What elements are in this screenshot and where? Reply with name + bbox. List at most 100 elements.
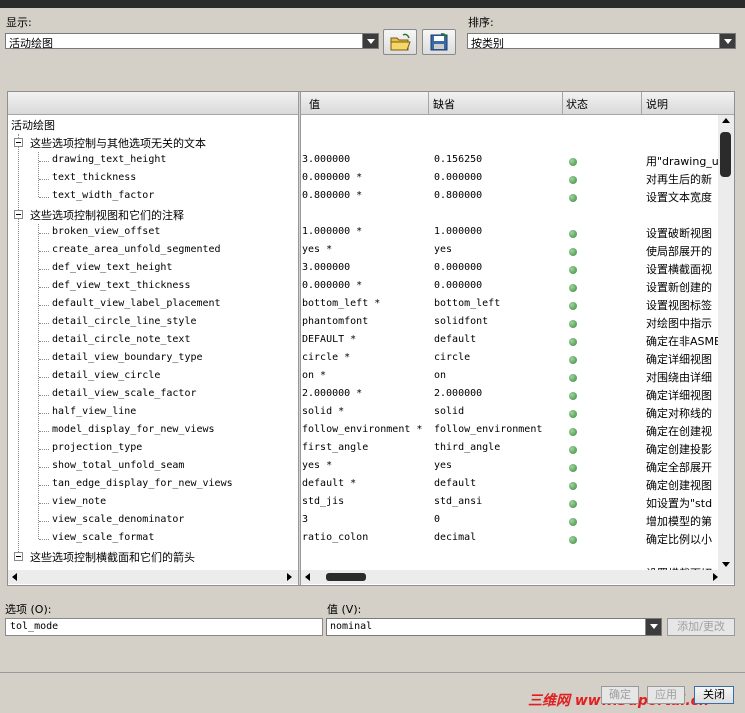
option-default: yes bbox=[434, 244, 453, 255]
ok-button[interactable]: 确定 bbox=[601, 686, 639, 704]
save-config-button[interactable] bbox=[422, 29, 456, 55]
option-name: detail_circle_note_text bbox=[52, 334, 191, 345]
status-ok-icon bbox=[569, 374, 577, 382]
option-desc: 增加模型的第 bbox=[646, 515, 712, 528]
option-value: circle * bbox=[302, 352, 351, 363]
option-desc: 确定创建视图 bbox=[646, 479, 712, 492]
scroll-up-icon[interactable] bbox=[722, 118, 730, 123]
table-row[interactable]: detail_view_boundary_type circle * circle 确… bbox=[8, 350, 720, 368]
value-select-value: nominal bbox=[330, 621, 373, 632]
scroll-left-icon[interactable] bbox=[12, 573, 17, 581]
scroll-right-icon[interactable] bbox=[287, 573, 292, 581]
option-value: bottom_left * bbox=[302, 298, 381, 309]
option-desc: 设置文本宽度 bbox=[646, 191, 712, 204]
tree-root[interactable]: 活动绘图 bbox=[8, 116, 720, 134]
table-row[interactable]: half_view_line solid * solid 确定对称线的 bbox=[8, 404, 720, 422]
table-row[interactable]: model_display_for_new_views follow_enviro… bbox=[8, 422, 720, 440]
show-select[interactable]: 活动绘图 bbox=[5, 33, 379, 50]
option-input[interactable]: tol_mode bbox=[5, 618, 323, 636]
chevron-down-icon[interactable] bbox=[362, 34, 378, 48]
table-row[interactable]: text_thickness 0.000000 * 0.000000 对再生后的新 bbox=[8, 170, 720, 188]
table-row[interactable]: broken_view_offset 1.000000 * 1.000000 设置破断… bbox=[8, 224, 720, 242]
table-row[interactable]: def_view_text_height 3.000000 0.000000 设置横截… bbox=[8, 260, 720, 278]
option-desc: 确定详细视图 bbox=[646, 353, 712, 366]
option-desc: 对围绕由详细 bbox=[646, 371, 712, 384]
option-desc: 确定全部展开 bbox=[646, 461, 712, 474]
tree-connector bbox=[39, 359, 49, 360]
close-button[interactable]: 关闭 bbox=[694, 686, 734, 704]
option-desc: 设置新创建的 bbox=[646, 281, 712, 294]
option-name: def_view_text_height bbox=[52, 262, 173, 273]
table-row[interactable]: def_view_text_thickness 0.000000 * 0.00000… bbox=[8, 278, 720, 296]
table-row[interactable]: view_scale_format ratio_colon decimal 确定比例以… bbox=[8, 530, 720, 548]
horizontal-scroll-thumb[interactable] bbox=[326, 573, 366, 581]
option-name: detail_view_boundary_type bbox=[52, 352, 203, 363]
table-row[interactable]: text_width_factor 0.800000 * 0.800000 设置文本宽… bbox=[8, 188, 720, 206]
table-row[interactable]: default_view_label_placement bottom_left … bbox=[8, 296, 720, 314]
left-horizontal-scrollbar[interactable] bbox=[8, 570, 298, 584]
table-row[interactable]: tan_edge_display_for_new_views default * d… bbox=[8, 476, 720, 494]
status-ok-icon bbox=[569, 320, 577, 328]
tree-root-label: 活动绘图 bbox=[11, 119, 55, 132]
status-ok-icon bbox=[569, 194, 577, 202]
status-ok-icon bbox=[569, 392, 577, 400]
scroll-down-icon[interactable] bbox=[722, 562, 730, 567]
table-row[interactable]: view_note std_jis std_ansi 如设置为"std bbox=[8, 494, 720, 512]
apply-button[interactable]: 应用 bbox=[647, 686, 685, 704]
option-value: std_jis bbox=[302, 496, 345, 507]
option-value: follow_environment * bbox=[302, 424, 423, 435]
table-row[interactable]: detail_view_scale_factor 2.000000 * 2.0000… bbox=[8, 386, 720, 404]
option-name: detail_circle_line_style bbox=[52, 316, 197, 327]
chevron-down-icon[interactable] bbox=[645, 619, 661, 635]
table-row[interactable]: projection_type first_angle third_angle 确定创… bbox=[8, 440, 720, 458]
option-default: 0.000000 bbox=[434, 280, 483, 291]
status-ok-icon bbox=[569, 338, 577, 346]
collapse-icon[interactable] bbox=[14, 210, 23, 219]
open-config-button[interactable] bbox=[383, 29, 417, 55]
option-value: 3 bbox=[302, 514, 309, 525]
option-desc: 设置视图标签 bbox=[646, 299, 712, 312]
table-row[interactable]: create_area_unfold_segmented yes * yes 使局部展… bbox=[8, 242, 720, 260]
right-horizontal-scrollbar[interactable] bbox=[301, 570, 734, 584]
option-name: broken_view_offset bbox=[52, 226, 161, 237]
option-value: yes * bbox=[302, 244, 333, 255]
tree-connector bbox=[39, 251, 49, 252]
vertical-scrollbar[interactable] bbox=[718, 115, 734, 572]
status-ok-icon bbox=[569, 464, 577, 472]
vertical-scroll-thumb[interactable] bbox=[720, 132, 731, 177]
table-row[interactable]: view_scale_denominator 3 0 增加模型的第 bbox=[8, 512, 720, 530]
tree-connector bbox=[39, 521, 49, 522]
scroll-left-icon[interactable] bbox=[305, 573, 310, 581]
table-row[interactable]: detail_view_circle on * on 对围绕由详细 bbox=[8, 368, 720, 386]
tree-connector bbox=[39, 539, 49, 540]
sort-label: 排序: bbox=[468, 16, 494, 29]
option-default: solid bbox=[434, 406, 465, 417]
collapse-icon[interactable] bbox=[14, 552, 23, 561]
option-desc: 对绘图中指示 bbox=[646, 317, 712, 330]
category-row[interactable]: 这些选项控制视图和它们的注释 bbox=[8, 206, 720, 224]
table-row[interactable]: detail_circle_note_text DEFAULT * default 确… bbox=[8, 332, 720, 350]
status-ok-icon bbox=[569, 158, 577, 166]
divider bbox=[0, 672, 745, 673]
add-change-button[interactable]: 添加/更改 bbox=[667, 618, 735, 636]
status-ok-icon bbox=[569, 482, 577, 490]
show-select-value: 活动绘图 bbox=[9, 37, 53, 50]
value-label: 值 (V): bbox=[327, 603, 362, 616]
table-row[interactable]: detail_circle_line_style phantomfont solid… bbox=[8, 314, 720, 332]
status-ok-icon bbox=[569, 248, 577, 256]
option-input-value: tol_mode bbox=[10, 621, 59, 632]
option-desc: 确定对称线的 bbox=[646, 407, 712, 420]
table-row[interactable]: show_total_unfold_seam yes * yes 确定全部展开 bbox=[8, 458, 720, 476]
value-select[interactable]: nominal bbox=[326, 618, 662, 636]
tree-connector bbox=[39, 395, 49, 396]
sort-select[interactable]: 按类别 bbox=[467, 33, 736, 50]
tree-connector bbox=[39, 467, 49, 468]
option-default: 0.156250 bbox=[434, 154, 483, 165]
scroll-right-icon[interactable] bbox=[713, 573, 718, 581]
option-name: model_display_for_new_views bbox=[52, 424, 215, 435]
collapse-icon[interactable] bbox=[14, 138, 23, 147]
chevron-down-icon[interactable] bbox=[719, 34, 735, 48]
category-row[interactable]: 这些选项控制与其他选项无关的文本 bbox=[8, 134, 720, 152]
option-default: 2.000000 bbox=[434, 388, 483, 399]
table-row[interactable]: drawing_text_height 3.000000 0.156250 用"dra… bbox=[8, 152, 720, 170]
